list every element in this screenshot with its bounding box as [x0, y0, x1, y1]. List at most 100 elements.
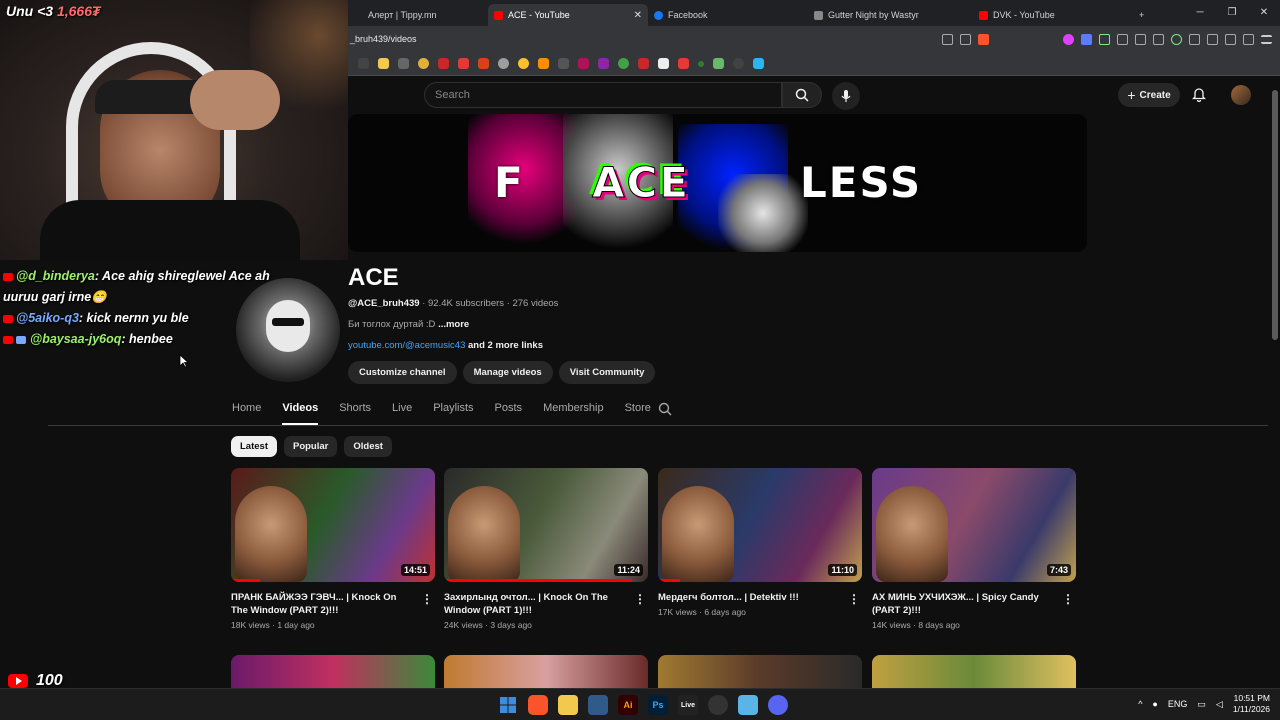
tab-live[interactable]: Live — [392, 399, 412, 425]
visit-community-button[interactable]: Visit Community — [558, 361, 656, 384]
manage-videos-button[interactable]: Manage videos — [462, 361, 553, 384]
scrollbar-thumb[interactable] — [1272, 90, 1278, 340]
menu-icon[interactable] — [1261, 34, 1272, 44]
brave-icon[interactable] — [528, 695, 548, 715]
video-thumbnail[interactable] — [872, 655, 1076, 689]
video-title[interactable]: Захирлынд очтол... | Knock On The Window… — [444, 591, 628, 617]
channel-search-button[interactable] — [658, 402, 672, 421]
video-title[interactable]: ПРАНК БАЙЖЭЭ ГЭВЧ... | Knock On The Wind… — [231, 591, 415, 617]
bookmark-icon[interactable] — [678, 58, 689, 69]
video-thumbnail[interactable]: 11:10 — [658, 468, 862, 582]
cast-icon[interactable] — [942, 33, 953, 45]
bookmark-icon[interactable] — [438, 58, 449, 69]
bookmark-icon[interactable] — [518, 58, 529, 69]
more-actions-icon[interactable]: ⋮ — [848, 592, 860, 606]
account-avatar[interactable] — [1231, 85, 1251, 105]
video-thumbnail[interactable] — [658, 655, 862, 689]
video-title[interactable]: Мердегч болтол... | Detektiv !!! — [658, 591, 842, 604]
tab-playlists[interactable]: Playlists — [433, 399, 473, 425]
extension-icon[interactable] — [1117, 33, 1128, 45]
tab-shorts[interactable]: Shorts — [339, 399, 371, 425]
clock[interactable]: 10:51 PM 1/11/2026 — [1233, 693, 1270, 715]
brave-shield-icon[interactable] — [978, 33, 989, 45]
photoshop-icon[interactable]: Ps — [648, 695, 668, 715]
filter-oldest[interactable]: Oldest — [344, 436, 392, 457]
voice-search-button[interactable] — [832, 82, 860, 110]
extension-icon[interactable] — [1135, 33, 1146, 45]
video-title[interactable]: АХ МИНЬ УХЧИХЭЖ... | Spicy Candy (PART 2… — [872, 591, 1056, 617]
bookmark-icon[interactable] — [753, 58, 764, 69]
app-icon[interactable] — [588, 695, 608, 715]
volume-icon[interactable]: ◁ — [1216, 699, 1223, 710]
tab-membership[interactable]: Membership — [543, 399, 604, 425]
bookmark-icon[interactable] — [733, 58, 744, 69]
more-actions-icon[interactable]: ⋮ — [1062, 592, 1074, 606]
page-scrollbar[interactable] — [1270, 76, 1280, 688]
bookmark-icon[interactable] — [398, 58, 409, 69]
windows-start-icon[interactable] — [498, 695, 518, 715]
browser-tab-ace-youtube[interactable]: ACE - YouTube ✕ — [488, 4, 648, 26]
video-card[interactable]: 14:51 ПРАНК БАЙЖЭЭ ГЭВЧ... | Knock On Th… — [231, 468, 435, 630]
channel-description[interactable]: Би тоглох дуртай :D ...more — [348, 319, 469, 330]
notepad-icon[interactable] — [738, 695, 758, 715]
video-thumbnail[interactable]: 7:43 — [872, 468, 1076, 582]
extension-icon[interactable] — [1063, 33, 1074, 45]
bookmark-icon[interactable] — [638, 58, 649, 69]
bookmark-icon[interactable] — [618, 58, 629, 69]
browser-tab-dvk-youtube[interactable]: DVK - YouTube — [973, 4, 1133, 26]
video-card[interactable]: 11:10 Мердегч болтол... | Detektiv !!! 1… — [658, 468, 862, 617]
bookmark-icon[interactable] — [458, 58, 469, 69]
extension-icon[interactable] — [1081, 33, 1092, 45]
tab-videos[interactable]: Videos — [282, 399, 319, 425]
minimize-icon[interactable]: ─ — [1184, 0, 1216, 26]
extension-icon[interactable] — [1153, 33, 1164, 45]
file-explorer-icon[interactable] — [558, 695, 578, 715]
more-link[interactable]: ...more — [438, 319, 469, 330]
video-thumbnail[interactable]: 11:24 — [444, 468, 648, 582]
video-card[interactable]: 7:43 АХ МИНЬ УХЧИХЭЖ... | Spicy Candy (P… — [872, 468, 1076, 630]
browser-tab-tippy[interactable]: Алерт | Tippy.mn — [348, 4, 488, 26]
more-actions-icon[interactable]: ⋮ — [421, 592, 433, 606]
bookmark-icon[interactable] — [658, 58, 669, 69]
discord-icon[interactable] — [768, 695, 788, 715]
search-button[interactable] — [782, 82, 822, 108]
bookmark-icon[interactable] — [698, 60, 704, 67]
tab-home[interactable]: Home — [232, 399, 261, 425]
bookmark-icon[interactable] — [578, 58, 589, 69]
language-indicator[interactable]: ENG — [1168, 699, 1188, 709]
bookmark-icon[interactable] — [598, 58, 609, 69]
notifications-button[interactable] — [1191, 86, 1207, 107]
video-thumbnail[interactable] — [231, 655, 435, 689]
illustrator-icon[interactable]: Ai — [618, 695, 638, 715]
video-thumbnail[interactable] — [444, 655, 648, 689]
search-input[interactable]: Search — [424, 82, 782, 108]
more-actions-icon[interactable]: ⋮ — [634, 592, 646, 606]
video-thumbnail[interactable]: 14:51 — [231, 468, 435, 582]
restore-icon[interactable]: ❐ — [1216, 0, 1248, 26]
globe-icon[interactable] — [498, 58, 509, 69]
share-icon[interactable] — [960, 33, 971, 45]
bookmark-icon[interactable] — [358, 58, 369, 69]
customize-channel-button[interactable]: Customize channel — [348, 361, 457, 384]
filter-popular[interactable]: Popular — [283, 436, 338, 457]
folder-icon[interactable] — [378, 58, 389, 69]
sidebar-icon[interactable] — [1189, 33, 1200, 45]
video-card[interactable]: 11:24 Захирлынд очтол... | Knock On The … — [444, 468, 648, 630]
close-tab-icon[interactable]: ✕ — [626, 10, 642, 21]
bookmark-icon[interactable] — [418, 58, 429, 69]
network-icon[interactable]: ▭ — [1197, 699, 1206, 710]
bookmark-icon[interactable] — [713, 58, 724, 69]
tab-posts[interactable]: Posts — [495, 399, 523, 425]
more-links[interactable]: and 2 more links — [465, 340, 543, 351]
vpn-icon[interactable] — [1243, 33, 1254, 45]
bookmark-icon[interactable] — [558, 58, 569, 69]
wallet-icon[interactable] — [1207, 33, 1218, 45]
download-icon[interactable] — [1171, 33, 1182, 45]
filter-latest[interactable]: Latest — [231, 436, 277, 457]
extension-icon[interactable] — [1099, 33, 1110, 45]
channel-link[interactable]: youtube.com/@acemusic43 — [348, 340, 465, 351]
close-window-icon[interactable]: ✕ — [1248, 0, 1280, 26]
bookmark-icon[interactable] — [538, 58, 549, 69]
chevron-up-icon[interactable]: ^ — [1138, 699, 1142, 709]
bookmark-icon[interactable] — [478, 58, 489, 69]
